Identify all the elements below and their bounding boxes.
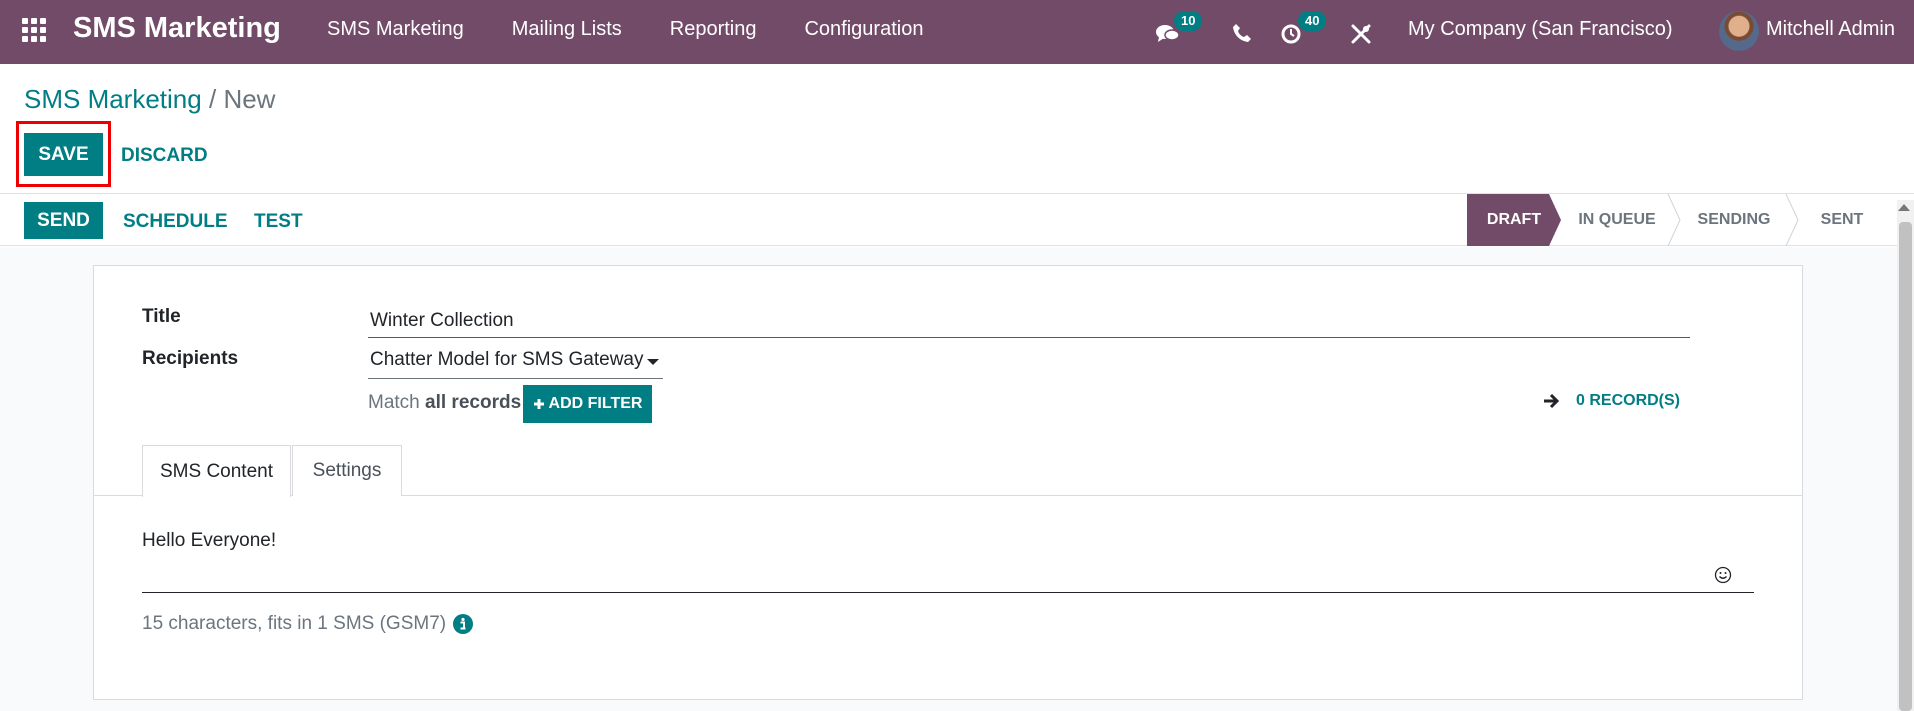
stage-sending[interactable]: SENDING — [1679, 194, 1789, 246]
breadcrumb-separator: / — [208, 84, 217, 114]
avatar[interactable] — [1719, 11, 1759, 51]
match-all-records: all records — [425, 392, 522, 413]
menu-sms-marketing[interactable]: SMS Marketing — [327, 18, 464, 41]
save-button[interactable]: SAVE — [24, 133, 103, 176]
match-prefix: Match — [368, 392, 420, 413]
top-navbar: SMS Marketing SMS Marketing Mailing List… — [0, 0, 1914, 64]
stage-pipeline: DRAFT IN QUEUE SENDING SENT — [1467, 194, 1894, 246]
phone-icon — [1233, 24, 1251, 42]
test-button[interactable]: TEST — [254, 211, 303, 233]
menu-reporting[interactable]: Reporting — [670, 18, 757, 41]
title-label: Title — [142, 306, 181, 327]
menu-configuration[interactable]: Configuration — [804, 18, 923, 41]
sms-body-text: Hello Everyone! — [142, 530, 277, 551]
domain-match-text: Match all records — [368, 392, 521, 414]
tab-settings[interactable]: Settings — [292, 445, 402, 496]
arrow-right-icon — [1544, 393, 1560, 409]
recipients-value: Chatter Model for SMS Gateway — [370, 349, 644, 370]
sms-char-count: 15 characters, fits in 1 SMS (GSM7) — [142, 613, 474, 635]
form-statusbar: SEND SCHEDULE TEST DRAFT IN QUEUE SENDIN… — [0, 193, 1914, 246]
activities-badge: 40 — [1298, 11, 1327, 31]
activities-button[interactable]: 40 — [1280, 11, 1327, 50]
scrollbar-thumb[interactable] — [1899, 222, 1912, 711]
recipients-select[interactable]: Chatter Model for SMS Gateway — [368, 343, 663, 379]
discard-button[interactable]: DISCARD — [121, 145, 208, 167]
breadcrumb-parent[interactable]: SMS Marketing — [24, 84, 202, 114]
title-input[interactable] — [368, 304, 1690, 338]
company-switcher[interactable]: My Company (San Francisco) — [1408, 18, 1673, 41]
tools-icon — [1351, 24, 1371, 44]
emoji-icon[interactable] — [1714, 566, 1732, 584]
caret-down-icon — [647, 359, 659, 365]
app-brand[interactable]: SMS Marketing — [73, 12, 281, 45]
breadcrumb-current: New — [223, 84, 276, 114]
main-menu: SMS Marketing Mailing Lists Reporting Co… — [327, 18, 971, 41]
messages-button[interactable]: 10 — [1155, 11, 1203, 50]
notebook-tabs: SMS Content Settings — [94, 445, 1802, 497]
schedule-button[interactable]: SCHEDULE — [123, 211, 228, 233]
add-filter-label: ADD FILTER — [548, 395, 643, 412]
form-sheet: Title Recipients Chatter Model for SMS G… — [93, 265, 1803, 700]
add-filter-button[interactable]: ADD FILTER — [523, 385, 652, 423]
tab-sms-content[interactable]: SMS Content — [142, 445, 291, 497]
recipients-label: Recipients — [142, 348, 239, 369]
breadcrumb: SMS Marketing / New — [24, 84, 275, 115]
records-count: 0 RECORD(S) — [1576, 392, 1681, 409]
messages-badge: 10 — [1174, 11, 1203, 31]
sms-body-field[interactable]: Hello Everyone! — [142, 522, 1754, 593]
user-menu[interactable]: Mitchell Admin — [1766, 18, 1895, 41]
menu-mailing-lists[interactable]: Mailing Lists — [512, 18, 622, 41]
stage-draft[interactable]: DRAFT — [1467, 194, 1561, 246]
apps-grid-icon[interactable] — [22, 18, 50, 46]
stage-in-queue[interactable]: IN QUEUE — [1561, 194, 1673, 246]
info-icon[interactable] — [452, 613, 474, 635]
debug-tools-button[interactable] — [1350, 14, 1386, 50]
plus-icon — [533, 399, 544, 409]
phone-button[interactable] — [1232, 14, 1268, 50]
char-count-text: 15 characters, fits in 1 SMS (GSM7) — [142, 613, 447, 634]
send-button[interactable]: SEND — [24, 202, 103, 239]
scroll-up-arrow-icon[interactable] — [1898, 204, 1910, 211]
stage-sent[interactable]: SENT — [1797, 194, 1887, 246]
records-count-link[interactable]: 0 RECORD(S) — [1542, 392, 1680, 410]
